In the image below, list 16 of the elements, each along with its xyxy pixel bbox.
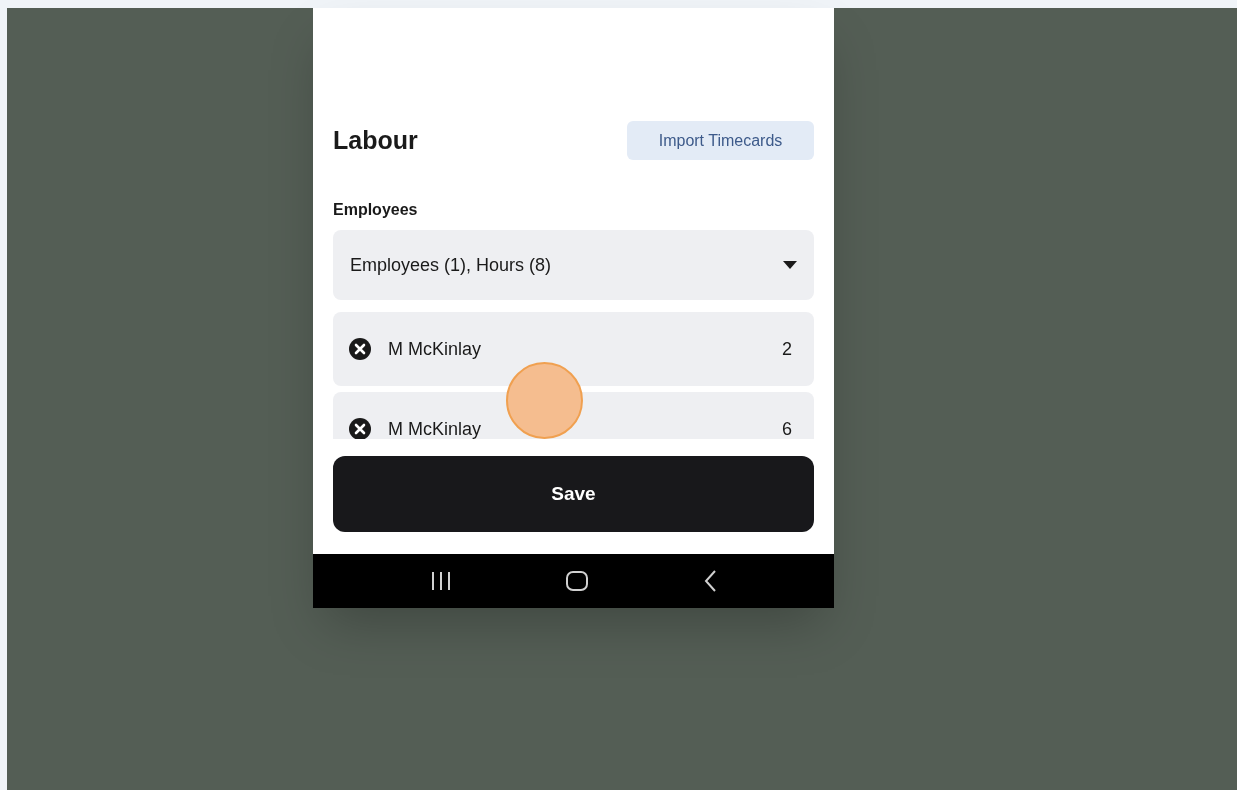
- employee-hours: 2: [782, 337, 792, 361]
- caret-icon: [783, 261, 797, 269]
- save-button[interactable]: Save: [333, 456, 814, 532]
- remove-icon[interactable]: [349, 418, 371, 439]
- employee-name: M McKinlay: [388, 337, 482, 361]
- import-timecards-button[interactable]: Import Timecards: [627, 121, 814, 160]
- back-icon[interactable]: [703, 570, 718, 592]
- employee-row[interactable]: M McKinlay 2: [333, 312, 814, 386]
- employee-name: M McKinlay: [388, 417, 482, 439]
- recent-apps-icon[interactable]: [429, 571, 452, 591]
- remove-icon[interactable]: [349, 338, 371, 360]
- employee-hours: 6: [782, 417, 792, 439]
- section-title: Labour: [333, 124, 418, 156]
- home-icon[interactable]: [565, 570, 590, 592]
- field-label: Employees: [333, 200, 419, 220]
- employees-dropdown[interactable]: Employees (1), Hours (8): [333, 230, 814, 300]
